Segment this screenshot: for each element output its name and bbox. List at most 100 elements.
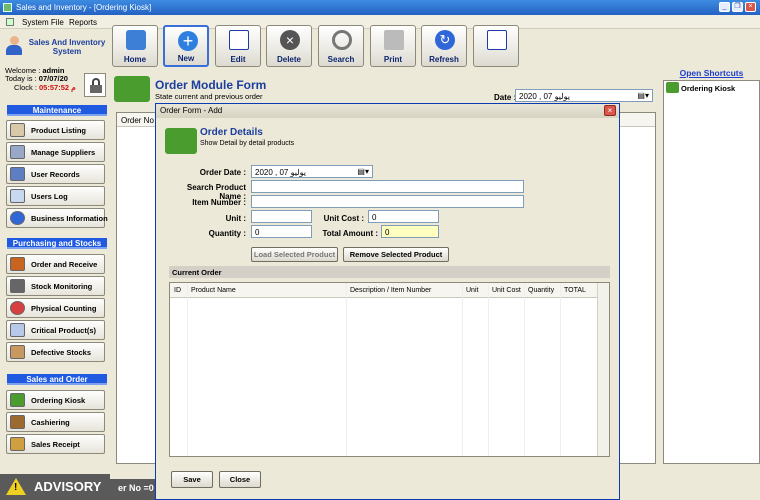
unit-input[interactable] xyxy=(251,210,312,223)
section-sales: Sales and Order xyxy=(7,374,107,385)
nav-users-log[interactable]: Users Log xyxy=(6,186,105,206)
col-id: ID xyxy=(174,287,181,294)
current-order-label: Current Order xyxy=(169,266,610,278)
exit-button[interactable] xyxy=(473,25,519,67)
shortcut-ordering-kiosk[interactable]: Ordering Kiosk xyxy=(666,82,735,93)
home-button[interactable]: Home xyxy=(112,25,158,67)
new-button[interactable]: + New xyxy=(163,25,209,67)
order-form-dialog: Order Form - Add × Order Details Show De… xyxy=(155,103,620,500)
minimize-icon[interactable]: _ xyxy=(719,2,730,12)
remove-selected-product-button[interactable]: Remove Selected Product xyxy=(343,247,449,262)
search-button[interactable]: Search xyxy=(318,25,364,67)
delete-button[interactable]: × Delete xyxy=(266,25,312,67)
nav-sales-receipt[interactable]: Sales Receipt xyxy=(6,434,105,454)
col-description: Description / Item Number xyxy=(350,287,432,294)
search-product-input[interactable] xyxy=(251,180,524,193)
warning-icon xyxy=(6,478,26,495)
load-selected-product-button[interactable]: Load Selected Product xyxy=(251,247,338,262)
order-icon xyxy=(10,257,25,271)
nav-user-records[interactable]: User Records xyxy=(6,164,105,184)
nav-critical-products[interactable]: Critical Product(s) xyxy=(6,320,105,340)
magnifier-icon xyxy=(332,30,352,50)
menu-app-icon xyxy=(6,18,14,26)
dialog-titlebar: Order Form - Add × xyxy=(156,104,619,118)
calendar-icon[interactable]: ▤▾ xyxy=(637,91,649,100)
dialog-subheader: Show Detail by detail products xyxy=(200,140,295,147)
chart-icon xyxy=(10,323,25,337)
menu-reports[interactable]: Reports xyxy=(69,18,97,27)
suppliers-icon xyxy=(10,145,25,159)
quantity-input[interactable]: 0 xyxy=(251,225,312,238)
col-quantity: Quantity xyxy=(528,287,555,294)
unit-cost-input[interactable]: 0 xyxy=(368,210,439,223)
refresh-button[interactable]: ↻ Refresh xyxy=(421,25,467,67)
calendar-icon[interactable]: ▤▾ xyxy=(357,167,369,176)
section-maintenance: Maintenance xyxy=(7,105,107,116)
dialog-close-icon[interactable]: × xyxy=(604,105,616,116)
nav-cashiering[interactable]: Cashiering xyxy=(6,412,105,432)
cashier-icon xyxy=(10,415,25,429)
nav-stock-monitoring[interactable]: Stock Monitoring xyxy=(6,276,105,296)
stock-icon xyxy=(10,279,25,293)
edit-button[interactable]: Edit xyxy=(215,25,261,67)
date-label: Date : xyxy=(494,93,517,102)
nav-manage-suppliers[interactable]: Manage Suppliers xyxy=(6,142,105,162)
dialog-header: Order Details xyxy=(200,127,263,138)
exit-icon xyxy=(487,30,507,50)
window-title: Sales and Inventory - [Ordering Kiosk] xyxy=(16,3,152,12)
nav-physical-counting[interactable]: Physical Counting xyxy=(6,298,105,318)
status-message: er No =0 xyxy=(110,479,158,500)
users-icon xyxy=(10,167,25,181)
shortcuts-title[interactable]: Open Shortcuts xyxy=(663,68,760,78)
receipt-icon xyxy=(10,437,25,451)
printer-icon xyxy=(384,30,404,50)
user-avatar-icon xyxy=(5,36,23,56)
unit-cost-label: Unit Cost : xyxy=(323,214,364,223)
grid-scrollbar[interactable] xyxy=(597,283,609,456)
window-titlebar: Sales and Inventory - [Ordering Kiosk] _… xyxy=(0,0,760,15)
nav-business-information[interactable]: Business Information xyxy=(6,208,108,228)
x-circle-icon: × xyxy=(280,30,300,50)
nav-order-and-receive[interactable]: Order and Receive xyxy=(6,254,105,274)
module-title: Order Module Form xyxy=(155,78,267,92)
close-icon[interactable]: × xyxy=(745,2,756,12)
col-total: TOTAL xyxy=(564,287,586,294)
box-icon xyxy=(10,345,25,359)
close-button[interactable]: Close xyxy=(219,471,261,488)
item-number-input[interactable] xyxy=(251,195,524,208)
basket-icon xyxy=(165,128,197,154)
order-date-picker[interactable]: 2020 , يوليو 07 ▤▾ xyxy=(251,165,373,178)
col-unit: Unit xyxy=(466,287,479,294)
nav-ordering-kiosk[interactable]: Ordering Kiosk xyxy=(6,390,105,410)
product-icon xyxy=(10,123,25,137)
save-button[interactable]: Save xyxy=(171,471,213,488)
lock-icon[interactable] xyxy=(84,73,106,97)
shortcuts-panel xyxy=(663,80,760,464)
total-amount-label: Total Amount : xyxy=(322,229,378,238)
restore-icon[interactable]: ❐ xyxy=(732,2,743,12)
unit-label: Unit : xyxy=(225,214,246,223)
item-number-label: Item Number : xyxy=(192,198,246,207)
refresh-icon: ↻ xyxy=(435,30,455,50)
home-icon xyxy=(126,30,146,50)
quantity-label: Quantity : xyxy=(208,229,246,238)
col-product-name: Product Name xyxy=(191,287,236,294)
order-date-label: Order Date : xyxy=(199,168,246,177)
app-icon xyxy=(3,3,12,12)
dialog-title: Order Form - Add xyxy=(160,106,223,115)
total-amount-input[interactable]: 0 xyxy=(381,225,439,238)
nav-defective-stocks[interactable]: Defective Stocks xyxy=(6,342,105,362)
print-button[interactable]: Print xyxy=(370,25,416,67)
current-order-grid[interactable]: ID Product Name Description / Item Numbe… xyxy=(169,282,610,457)
date-picker[interactable]: 2020 , يوليو 07 ▤▾ xyxy=(515,89,653,102)
col-unit-cost: Unit Cost xyxy=(492,287,521,294)
advisory-banner: ADVISORY xyxy=(0,474,110,500)
menu-system-file[interactable]: System File xyxy=(22,18,64,27)
pencil-icon xyxy=(229,30,249,50)
section-purchasing: Purchasing and Stocks xyxy=(7,238,107,249)
info-icon xyxy=(10,211,25,225)
nav-product-listing[interactable]: Product Listing xyxy=(6,120,105,140)
log-icon xyxy=(10,189,25,203)
pie-chart-icon xyxy=(10,301,25,315)
left-panel: Sales And Inventory System Welcome : adm… xyxy=(0,29,110,500)
